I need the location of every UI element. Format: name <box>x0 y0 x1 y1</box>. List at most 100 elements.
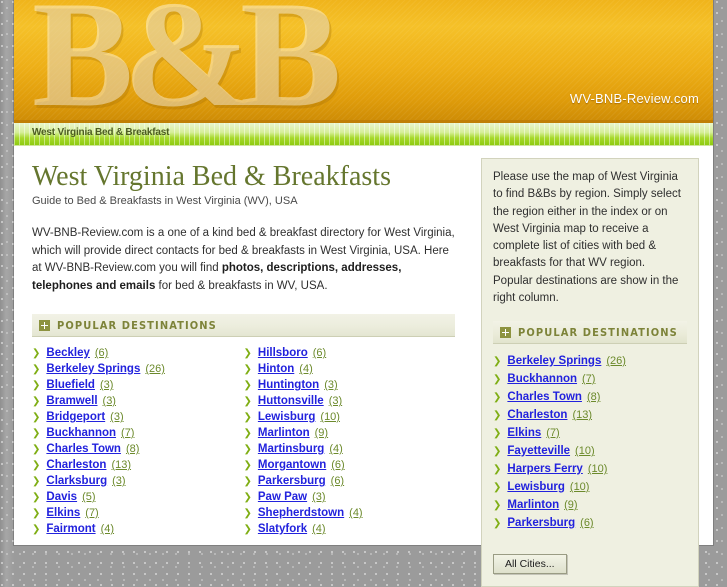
city-count[interactable]: (5) <box>82 491 95 503</box>
city-link[interactable]: Buckhannon <box>46 427 116 439</box>
city-link[interactable]: Harpers Ferry <box>507 463 582 475</box>
list-item[interactable]: ❯ Lewisburg (10) <box>493 478 687 496</box>
list-item[interactable]: ❯ Paw Paw (3) <box>244 489 456 505</box>
city-count[interactable]: (10) <box>575 445 595 457</box>
list-item[interactable]: ❯ Bridgeport (3) <box>32 409 244 425</box>
city-link[interactable]: Bridgeport <box>46 411 105 423</box>
city-count[interactable]: (4) <box>329 443 342 455</box>
city-link[interactable]: Davis <box>46 491 77 503</box>
list-item[interactable]: ❯ Fayetteville (10) <box>493 442 687 460</box>
city-link[interactable]: Huntington <box>258 379 319 391</box>
city-count[interactable]: (6) <box>95 347 108 359</box>
city-link[interactable]: Charleston <box>507 409 567 421</box>
list-item[interactable]: ❯ Huntington (3) <box>244 377 456 393</box>
city-count[interactable]: (10) <box>588 463 608 475</box>
list-item[interactable]: ❯ Charleston (13) <box>32 457 244 473</box>
list-item[interactable]: ❯ Davis (5) <box>32 489 244 505</box>
city-link[interactable]: Lewisburg <box>258 411 316 423</box>
list-item[interactable]: ❯ Marlinton (9) <box>493 496 687 514</box>
all-cities-button[interactable]: All Cities... <box>493 554 567 574</box>
city-link[interactable]: Lewisburg <box>507 481 565 493</box>
city-count[interactable]: (9) <box>564 499 577 511</box>
city-count[interactable]: (7) <box>85 507 98 519</box>
city-count[interactable]: (8) <box>126 443 139 455</box>
city-count[interactable]: (6) <box>580 517 593 529</box>
list-item[interactable]: ❯ Buckhannon (7) <box>493 370 687 388</box>
list-item[interactable]: ❯ Bluefield (3) <box>32 377 244 393</box>
city-count[interactable]: (7) <box>582 373 595 385</box>
list-item[interactable]: ❯ Beckley (6) <box>32 345 244 361</box>
city-count[interactable]: (10) <box>570 481 590 493</box>
city-link[interactable]: Buckhannon <box>507 373 577 385</box>
city-link[interactable]: Berkeley Springs <box>46 363 140 375</box>
city-count[interactable]: (4) <box>299 363 312 375</box>
city-link[interactable]: Clarksburg <box>46 475 107 487</box>
list-item[interactable]: ❯ Charles Town (8) <box>493 388 687 406</box>
city-link[interactable]: Fairmont <box>46 523 95 535</box>
list-item[interactable]: ❯ Martinsburg (4) <box>244 441 456 457</box>
city-count[interactable]: (26) <box>606 355 626 367</box>
city-link[interactable]: Bluefield <box>46 379 95 391</box>
city-count[interactable]: (26) <box>145 363 165 375</box>
site-logo[interactable]: B&B <box>32 0 341 120</box>
city-link[interactable]: Morgantown <box>258 459 326 471</box>
city-link[interactable]: Parkersburg <box>507 517 575 529</box>
city-count[interactable]: (9) <box>315 427 328 439</box>
city-link[interactable]: Huttonsville <box>258 395 324 407</box>
list-item[interactable]: ❯ Bramwell (3) <box>32 393 244 409</box>
list-item[interactable]: ❯ Elkins (7) <box>32 505 244 521</box>
list-item[interactable]: ❯ Slatyfork (4) <box>244 521 456 537</box>
city-count[interactable]: (8) <box>587 391 600 403</box>
city-link[interactable]: Marlinton <box>507 499 559 511</box>
list-item[interactable]: ❯ Shepherdstown (4) <box>244 505 456 521</box>
city-count[interactable]: (7) <box>546 427 559 439</box>
city-link[interactable]: Beckley <box>46 347 89 359</box>
list-item[interactable]: ❯ Elkins (7) <box>493 424 687 442</box>
city-count[interactable]: (3) <box>329 395 342 407</box>
city-link[interactable]: Bramwell <box>46 395 97 407</box>
list-item[interactable]: ❯ Berkeley Springs (26) <box>493 352 687 370</box>
city-link[interactable]: Slatyfork <box>258 523 307 535</box>
list-item[interactable]: ❯ Hillsboro (6) <box>244 345 456 361</box>
list-item[interactable]: ❯ Fairmont (4) <box>32 521 244 537</box>
city-count[interactable]: (13) <box>111 459 131 471</box>
city-count[interactable]: (3) <box>103 395 116 407</box>
city-link[interactable]: Parkersburg <box>258 475 326 487</box>
list-item[interactable]: ❯ Morgantown (6) <box>244 457 456 473</box>
city-count[interactable]: (3) <box>324 379 337 391</box>
city-link[interactable]: Shepherdstown <box>258 507 344 519</box>
city-count[interactable]: (6) <box>313 347 326 359</box>
city-link[interactable]: Marlinton <box>258 427 310 439</box>
list-item[interactable]: ❯ Charles Town (8) <box>32 441 244 457</box>
city-count[interactable]: (4) <box>101 523 114 535</box>
city-link[interactable]: Hillsboro <box>258 347 308 359</box>
city-count[interactable]: (3) <box>100 379 113 391</box>
breadcrumb[interactable]: West Virginia Bed & Breakfast <box>32 127 169 138</box>
list-item[interactable]: ❯ Berkeley Springs (26) <box>32 361 244 377</box>
city-link[interactable]: Berkeley Springs <box>507 355 601 367</box>
list-item[interactable]: ❯ Charleston (13) <box>493 406 687 424</box>
city-link[interactable]: Fayetteville <box>507 445 570 457</box>
city-count[interactable]: (6) <box>331 459 344 471</box>
city-count[interactable]: (4) <box>312 523 325 535</box>
list-item[interactable]: ❯ Buckhannon (7) <box>32 425 244 441</box>
city-link[interactable]: Hinton <box>258 363 294 375</box>
city-count[interactable]: (4) <box>349 507 362 519</box>
city-link[interactable]: Martinsburg <box>258 443 324 455</box>
list-item[interactable]: ❯ Hinton (4) <box>244 361 456 377</box>
city-count[interactable]: (6) <box>331 475 344 487</box>
list-item[interactable]: ❯ Clarksburg (3) <box>32 473 244 489</box>
city-link[interactable]: Elkins <box>46 507 80 519</box>
list-item[interactable]: ❯ Lewisburg (10) <box>244 409 456 425</box>
list-item[interactable]: ❯ Harpers Ferry (10) <box>493 460 687 478</box>
city-count[interactable]: (3) <box>110 411 123 423</box>
city-count[interactable]: (10) <box>320 411 340 423</box>
city-count[interactable]: (13) <box>572 409 592 421</box>
list-item[interactable]: ❯ Marlinton (9) <box>244 425 456 441</box>
city-count[interactable]: (3) <box>112 475 125 487</box>
city-count[interactable]: (3) <box>312 491 325 503</box>
city-link[interactable]: Charleston <box>46 459 106 471</box>
list-item[interactable]: ❯ Parkersburg (6) <box>244 473 456 489</box>
city-link[interactable]: Elkins <box>507 427 541 439</box>
city-link[interactable]: Charles Town <box>46 443 121 455</box>
